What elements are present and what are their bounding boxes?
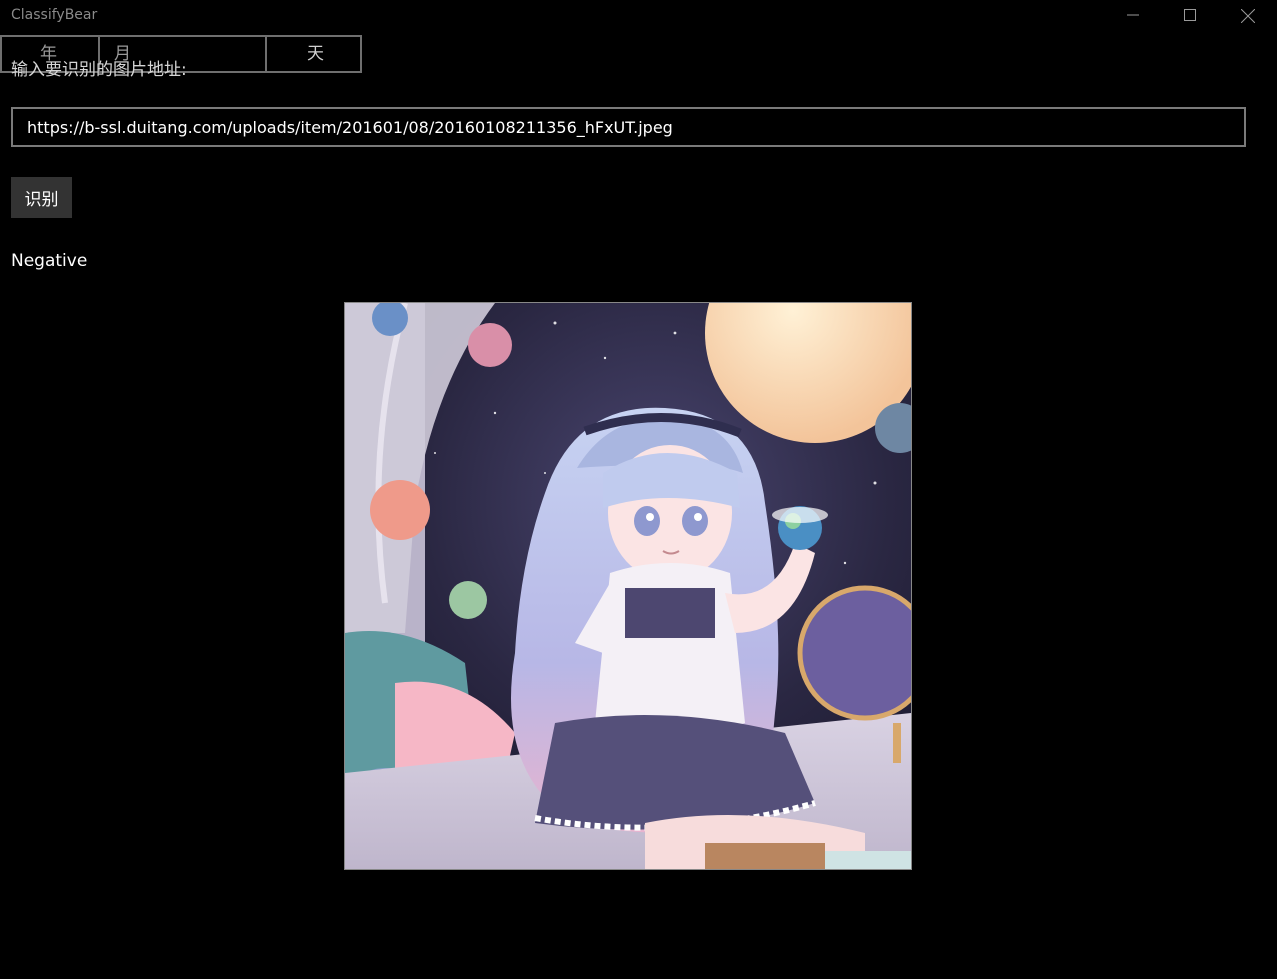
window-title: ClassifyBear — [11, 7, 98, 23]
maximize-icon — [1184, 9, 1196, 21]
image-preview — [344, 302, 912, 870]
date-picker-day-label: 天 — [307, 44, 324, 64]
anime-girl-illustration — [345, 303, 911, 869]
minimize-icon — [1127, 14, 1139, 16]
classification-result: Negative — [11, 251, 88, 271]
recognize-button[interactable]: 识别 — [11, 177, 72, 218]
url-prompt-label: 输入要识别的图片地址: — [11, 60, 187, 80]
close-button[interactable] — [1224, 0, 1270, 30]
minimize-button[interactable] — [1110, 0, 1156, 30]
image-url-input[interactable] — [11, 107, 1246, 147]
app-window: ClassifyBear 年 月 天 输入要识别的图片地址: https://b… — [0, 0, 1277, 979]
close-icon — [1241, 9, 1255, 23]
maximize-button[interactable] — [1167, 0, 1213, 30]
title-bar: ClassifyBear — [0, 0, 1277, 32]
date-picker-day[interactable]: 天 — [265, 37, 364, 71]
